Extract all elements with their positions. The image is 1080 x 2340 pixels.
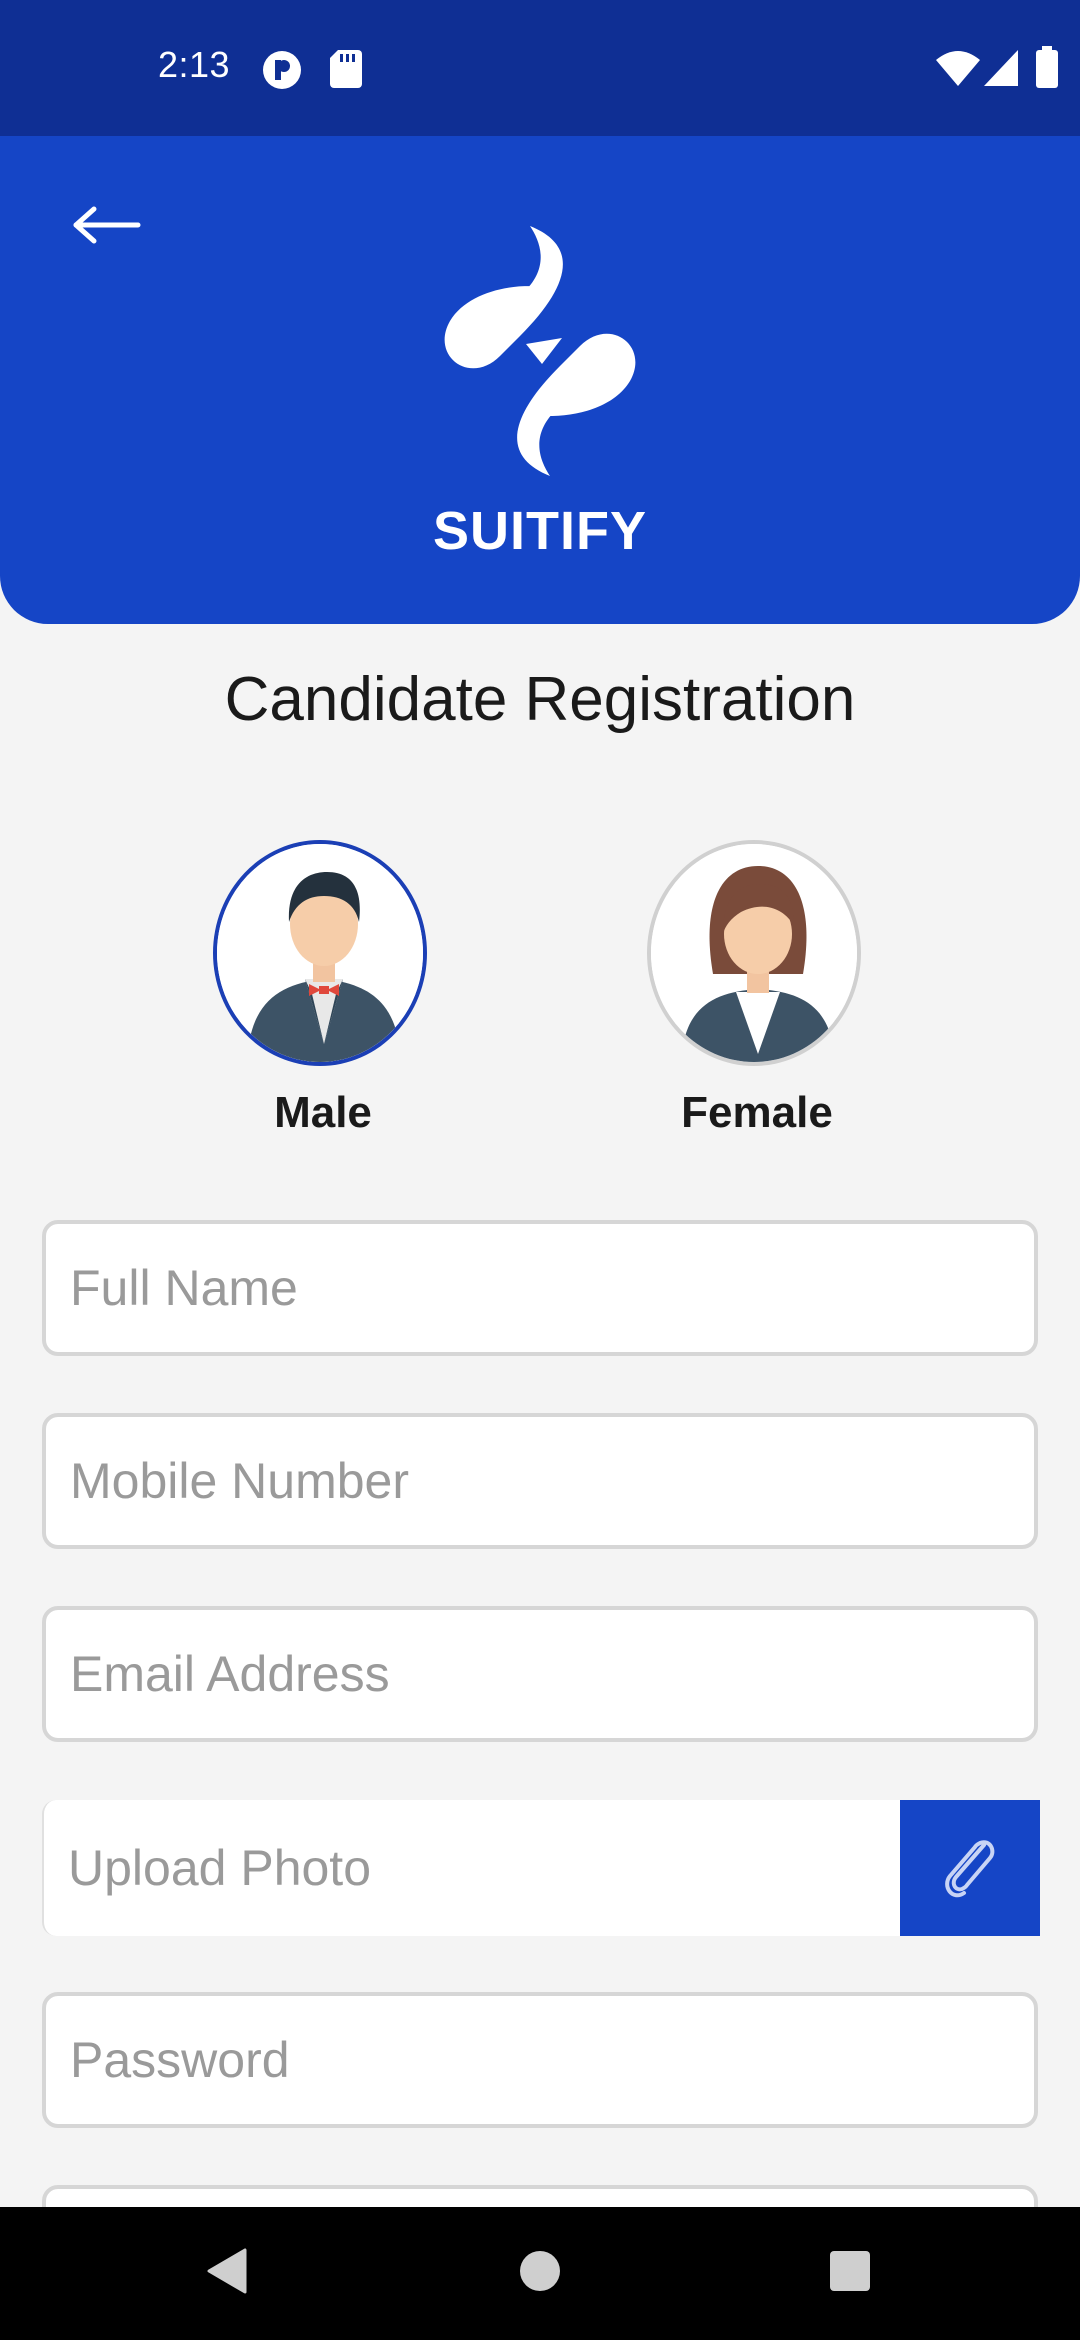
system-nav-bar — [0, 2207, 1080, 2340]
battery-icon — [1036, 46, 1058, 93]
recents-square-icon — [829, 2250, 871, 2297]
cell-signal-icon — [984, 50, 1018, 91]
header-banner: SUITIFY — [0, 136, 1080, 624]
wifi-icon — [936, 50, 980, 91]
upload-photo-input[interactable] — [44, 1800, 894, 1936]
gender-label-female: Female — [681, 1088, 833, 1137]
brand-name: SUITIFY — [432, 501, 647, 561]
female-avatar-icon — [651, 844, 857, 1062]
email-address-field[interactable] — [42, 1606, 1038, 1742]
mobile-number-input[interactable] — [46, 1417, 1034, 1545]
email-address-input[interactable] — [46, 1610, 1034, 1738]
paperclip-icon — [940, 1833, 1000, 1904]
female-avatar[interactable] — [647, 840, 861, 1066]
suitify-logo-icon — [430, 226, 650, 476]
nav-back-button[interactable] — [156, 2207, 296, 2340]
password-field[interactable] — [42, 1992, 1038, 2128]
status-bar: 2:13 — [0, 0, 1080, 136]
full-name-field[interactable] — [42, 1220, 1038, 1356]
back-triangle-icon — [205, 2248, 247, 2299]
home-circle-icon — [519, 2250, 561, 2297]
gender-option-male[interactable]: Male — [213, 840, 433, 1137]
male-avatar-icon — [217, 844, 423, 1062]
nav-recents-button[interactable] — [780, 2207, 920, 2340]
upload-photo-field[interactable] — [42, 1800, 1040, 1936]
status-time: 2:13 — [158, 44, 231, 85]
male-avatar[interactable] — [213, 840, 427, 1066]
password-input[interactable] — [46, 1996, 1034, 2124]
nav-home-button[interactable] — [470, 2207, 610, 2340]
gender-option-female[interactable]: Female — [647, 840, 867, 1137]
full-name-input[interactable] — [46, 1224, 1034, 1352]
notification-p-icon — [262, 50, 302, 95]
gender-label-male: Male — [274, 1088, 372, 1137]
page-title: Candidate Registration — [224, 665, 856, 734]
mobile-number-field[interactable] — [42, 1413, 1038, 1549]
sd-card-icon — [330, 50, 362, 93]
attach-photo-button[interactable] — [900, 1800, 1040, 1936]
arrow-left-icon — [72, 205, 142, 250]
back-button[interactable] — [62, 182, 152, 272]
